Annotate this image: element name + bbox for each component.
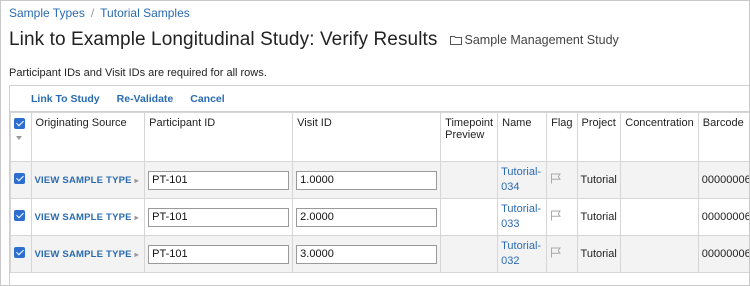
visit-cell [292,161,442,199]
participant-cell [144,161,294,199]
col-name[interactable]: Name [497,112,548,162]
grid-toolbar: Link To Study Re-Validate Cancel [10,86,749,112]
col-timepoint-preview[interactable]: Timepoint Preview [440,112,499,162]
col-participant-id[interactable]: Participant ID [144,112,294,162]
col-originating-source[interactable]: Originating Source [30,112,146,162]
flag-icon[interactable] [550,210,562,221]
page-title: Link to Example Longitudinal Study: Veri… [9,29,438,50]
concentration-cell [620,198,699,236]
view-sample-type-link[interactable]: VIEW SAMPLE TYPE ▸ [35,175,139,186]
breadcrumb: Sample Types / Tutorial Samples [9,6,190,20]
participant-id-input[interactable] [148,170,290,190]
row-select-cell [10,198,32,236]
col-project[interactable]: Project [576,112,622,162]
col-concentration[interactable]: Concentration [620,112,699,162]
row-select-cell [10,235,32,273]
project-cell: Tutorial [576,235,622,273]
row-checkbox[interactable] [14,173,25,184]
view-sample-type-link[interactable]: VIEW SAMPLE TYPE ▸ [35,212,139,223]
revalidate-button[interactable]: Re-Validate [117,93,174,105]
sample-name-link[interactable]: Tutorial-033 [501,202,543,232]
project-cell: Tutorial [576,198,622,236]
link-to-study-button[interactable]: Link To Study [31,93,100,105]
chevron-down-icon[interactable] [16,136,22,140]
sample-name-link[interactable]: Tutorial-034 [501,165,543,195]
timepoint-cell [440,198,499,236]
barcode-cell: 000000067 [697,198,749,236]
barcode-cell: 000000068 [697,161,749,199]
participant-id-input[interactable] [148,207,290,227]
timepoint-cell [440,161,499,199]
study-link[interactable]: Sample Management Study [449,33,619,47]
name-cell: Tutorial-034 [497,161,548,199]
results-grid: Link To Study Re-Validate Cancel Origina… [9,85,749,285]
breadcrumb-separator: / [90,6,95,20]
concentration-cell [620,235,699,273]
flag-cell [546,198,578,236]
visit-cell [292,198,442,236]
flag-cell [546,161,578,199]
table-row: VIEW SAMPLE TYPE▸ Tutorial-032 Tutorial … [10,235,749,273]
chevron-right-icon: ▸ [134,250,139,259]
col-barcode[interactable]: Barcode [697,112,749,162]
title-row: Link to Example Longitudinal Study: Veri… [9,29,619,51]
flag-icon[interactable] [550,247,562,258]
concentration-cell [620,161,699,199]
results-table: Originating Source Participant ID Visit … [10,112,749,273]
visit-id-input[interactable] [296,244,438,264]
folder-icon [449,36,462,45]
origin-cell: VIEW SAMPLE TYPE ▸ [30,235,146,273]
row-checkbox[interactable] [14,247,25,258]
study-link-label: Sample Management Study [464,33,619,47]
select-all-header[interactable] [10,112,32,162]
page-frame: Sample Types / Tutorial Samples Link to Ex… [0,0,750,286]
view-sample-type-link[interactable]: VIEW SAMPLE TYPE ▸ [35,249,139,260]
participant-cell [144,235,294,273]
cancel-button[interactable]: Cancel [190,93,224,105]
participant-id-input[interactable] [148,244,290,264]
col-flag[interactable]: Flag [546,112,578,162]
breadcrumb-sample-types[interactable]: Sample Types [9,6,85,20]
project-cell: Tutorial [576,161,622,199]
name-cell: Tutorial-033 [497,198,548,236]
required-notice: Participant IDs and Visit IDs are requir… [9,67,267,79]
sample-name-link[interactable]: Tutorial-032 [501,239,543,269]
barcode-cell: 000000066 [697,235,749,273]
flag-cell [546,235,578,273]
col-visit-id[interactable]: Visit ID [292,112,442,162]
breadcrumb-tutorial-samples[interactable]: Tutorial Samples [100,6,190,20]
table-row: VIEW SAMPLE TYPE▸ Tutorial-033 Tutorial … [10,198,749,236]
visit-cell [292,235,442,273]
row-select-cell [10,161,32,199]
chevron-right-icon: ▸ [134,213,139,222]
origin-cell: VIEW SAMPLE TYPE ▸ [30,161,146,199]
table-row: VIEW SAMPLE TYPE▸ Tutorial-034 Tutorial … [10,161,749,199]
visit-id-input[interactable] [296,207,438,227]
chevron-right-icon: ▸ [134,176,139,185]
name-cell: Tutorial-032 [497,235,548,273]
header-row: Originating Source Participant ID Visit … [10,112,749,162]
visit-id-input[interactable] [296,170,438,190]
flag-icon[interactable] [550,173,562,184]
timepoint-cell [440,235,499,273]
row-checkbox[interactable] [14,210,25,221]
participant-cell [144,198,294,236]
select-all-checkbox[interactable] [14,118,25,129]
origin-cell: VIEW SAMPLE TYPE ▸ [30,198,146,236]
